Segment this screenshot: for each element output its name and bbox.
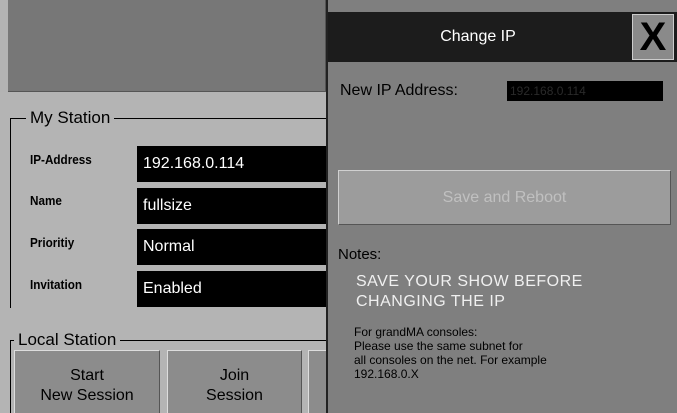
warning-line1: SAVE YOUR SHOW BEFORE (356, 273, 583, 290)
start-new-session-button[interactable]: Start New Session (14, 350, 160, 413)
ip-address-label: IP-Address (30, 152, 92, 167)
my-station-border-left (10, 118, 11, 308)
join-session-button[interactable]: Join Session (167, 350, 302, 413)
new-ip-input[interactable]: 192.168.0.114 (507, 81, 663, 101)
name-label: Name (30, 193, 62, 208)
new-ip-label: New IP Address: (340, 82, 458, 99)
save-and-reboot-button[interactable]: Save and Reboot (338, 170, 671, 225)
ip-address-field[interactable]: 192.168.0.114 (137, 146, 337, 182)
warning-line2: CHANGING THE IP (356, 293, 506, 310)
invitation-label: Invitation (30, 277, 83, 292)
local-station-title: Local Station (14, 330, 121, 350)
close-button[interactable]: X (632, 14, 674, 60)
notes-label: Notes: (338, 246, 382, 263)
session-button-partial[interactable] (308, 350, 328, 413)
warning-text: SAVE YOUR SHOW BEFORE CHANGING THE IP (356, 272, 656, 312)
local-station-border-left (10, 340, 11, 413)
start-new-session-line2: New Session (40, 387, 134, 404)
invitation-field[interactable]: Enabled (137, 271, 337, 307)
my-station-title: My Station (26, 108, 115, 128)
start-new-session-line1: Start (70, 367, 104, 384)
join-session-line2: Session (206, 387, 263, 404)
info-text: For grandMA consoles: Please use the sam… (354, 325, 547, 381)
join-session-line1: Join (219, 367, 250, 384)
dialog-title: Change IP (440, 28, 516, 45)
top-left-panel (8, 0, 326, 92)
priority-field[interactable]: Normal (137, 229, 337, 265)
name-field[interactable]: fullsize (137, 188, 337, 224)
priority-label: Prioritiy (30, 235, 75, 250)
